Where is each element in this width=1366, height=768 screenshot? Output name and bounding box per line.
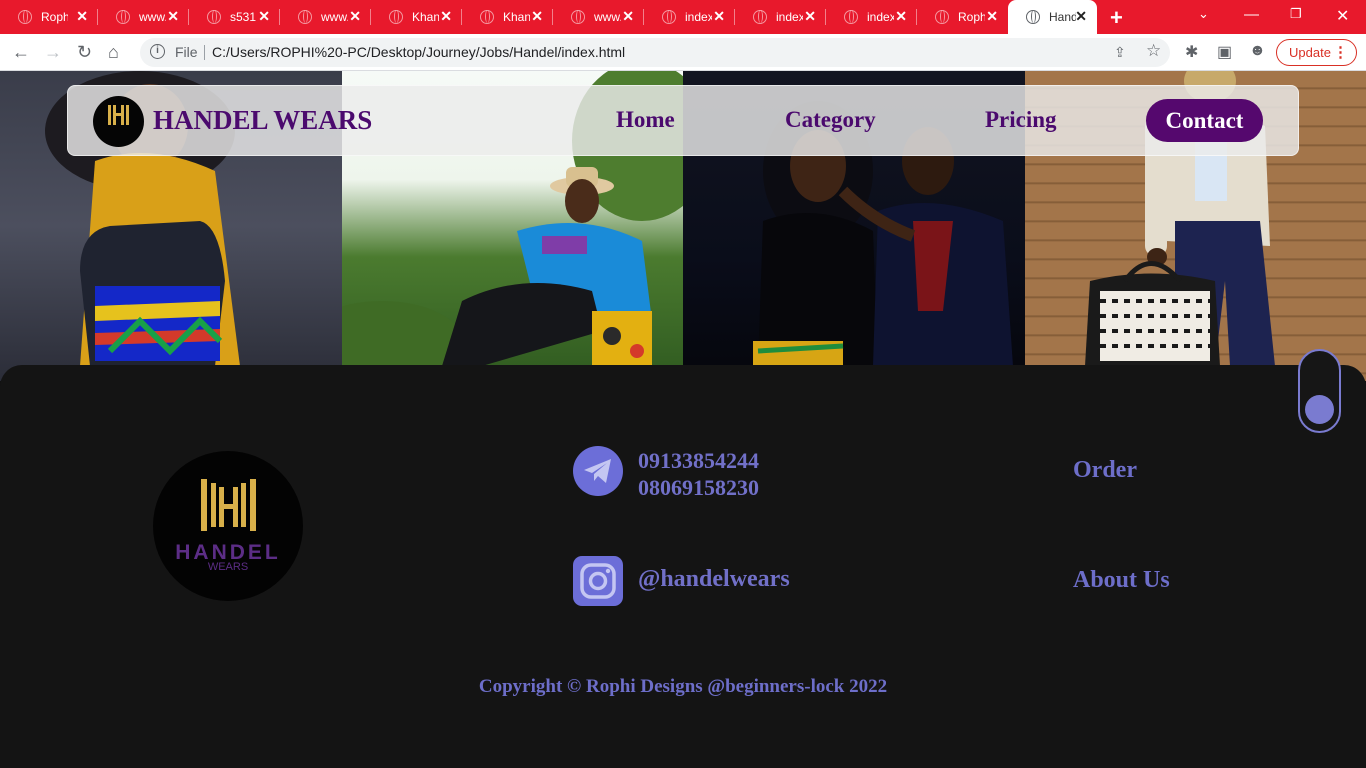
close-tab-icon[interactable]: ✕ [713,8,725,25]
close-tab-icon[interactable]: ✕ [804,8,816,25]
close-tab-icon[interactable]: ✕ [531,8,543,25]
globe-icon [1026,10,1040,24]
address-bar: ← → ↻ ⌂ i File C:/Users/ROPHI%20-PC/Desk… [0,34,1366,71]
update-label: Update [1289,45,1331,60]
tab-search-icon[interactable]: ⌄ [1198,6,1209,22]
browser-tab[interactable]: Rophi ✕ [0,0,98,34]
close-tab-icon[interactable]: ✕ [895,8,907,25]
footer-logo-subword: WEARS [208,561,248,573]
globe-icon [116,10,130,24]
url-input[interactable]: i File C:/Users/ROPHI%20-PC/Desktop/Jour… [140,38,1170,67]
globe-icon [844,10,858,24]
reload-icon[interactable]: ↻ [77,42,92,63]
nav-link-home[interactable]: Home [616,107,675,133]
tab-title: Rophi [41,10,68,24]
globe-icon [935,10,949,24]
tab-title: www. [321,10,348,24]
paper-plane-icon [573,446,623,496]
nav-link-pricing[interactable]: Pricing [985,107,1057,133]
browser-tab[interactable]: www. ✕ [98,0,189,34]
close-window-icon[interactable]: ✕ [1336,6,1349,26]
browser-tab[interactable]: index ✕ [644,0,735,34]
phone-number[interactable]: 09133854244 [638,447,759,474]
globe-icon [571,10,585,24]
browser-tab[interactable]: Rophi✕ [917,0,1008,34]
url-text[interactable]: C:/Users/ROPHI%20-PC/Desktop/Journey/Job… [212,44,625,60]
site-footer: HANDEL WEARS 09133854244 08069158230 @ha… [0,365,1366,768]
close-tab-icon[interactable]: ✕ [1075,8,1087,25]
site-navbar: HANDEL WEARS Home Category Pricing Conta… [67,85,1299,156]
globe-icon [480,10,494,24]
close-tab-icon[interactable]: ✕ [349,8,361,25]
brand-logo[interactable] [93,96,144,147]
telegram-icon[interactable] [573,446,623,496]
browser-tab[interactable]: Khan ✕ [462,0,553,34]
globe-icon [18,10,32,24]
browser-tab[interactable]: s531 ✕ [189,0,280,34]
forward-icon[interactable]: → [44,42,62,63]
brand-name[interactable]: HANDEL WEARS [153,105,372,136]
instagram-icon[interactable] [573,556,623,606]
home-icon[interactable]: ⌂ [108,42,119,63]
tab-title: index [685,10,712,24]
globe-icon [662,10,676,24]
close-tab-icon[interactable]: ✕ [440,8,452,25]
footer-brand-logo: HANDEL WEARS [153,451,303,601]
tab-title: Handel [1049,10,1076,24]
browser-tab[interactable]: index ✕ [826,0,917,34]
footer-link-order[interactable]: Order [1073,457,1137,484]
close-tab-icon[interactable]: ✕ [76,8,88,25]
minimize-icon[interactable]: — [1244,6,1259,23]
tab-title: www. [139,10,166,24]
globe-icon [298,10,312,24]
info-icon[interactable]: i [150,44,165,59]
contact-phones: 09133854244 08069158230 [638,447,759,501]
footer-link-about-us[interactable]: About Us [1073,567,1170,594]
extensions-icon[interactable]: ✱ [1185,42,1198,62]
tab-title: index [776,10,803,24]
copyright-text: Copyright © Rophi Designs @beginners-loc… [478,676,888,697]
close-tab-icon[interactable]: ✕ [986,8,998,25]
phone-number[interactable]: 08069158230 [638,474,759,501]
profile-avatar-icon[interactable]: ☻ [1249,42,1266,60]
menu-dots-icon[interactable]: ⋮ [1333,43,1348,61]
close-tab-icon[interactable]: ✕ [167,8,179,25]
toggle-knob[interactable] [1305,395,1334,424]
globe-icon [207,10,221,24]
contact-button[interactable]: Contact [1146,99,1263,142]
instagram-handle[interactable]: @handelwears [638,566,790,593]
tab-title: Khan [412,10,439,24]
browser-tab-strip: Rophi✕ www.✕ s531✕ www.✕ Khan✕ Khan✕ www… [0,0,1366,34]
globe-icon [753,10,767,24]
tab-title: s531 [230,10,257,24]
browser-tab[interactable]: www. ✕ [553,0,644,34]
update-button[interactable]: Update ⋮ [1276,39,1357,66]
browser-tab-active[interactable]: Handel✕ [1008,0,1097,34]
tab-title: Khan [503,10,530,24]
tab-title: index [867,10,894,24]
bookmark-star-icon[interactable]: ☆ [1146,41,1161,61]
browser-tab[interactable]: index ✕ [735,0,826,34]
restore-icon[interactable]: ❐ [1290,6,1302,22]
browser-tab[interactable]: Khan ✕ [371,0,462,34]
web-page: HANDEL WEARS Home Category Pricing Conta… [0,71,1366,768]
browser-tab[interactable]: www. ✕ [280,0,371,34]
nav-link-category[interactable]: Category [785,107,876,133]
tab-title: Rophi [958,10,985,24]
instagram-glyph-icon [573,556,623,606]
share-icon[interactable]: ⇪ [1114,44,1126,61]
back-icon[interactable]: ← [12,42,30,63]
side-panel-icon[interactable]: ▣ [1217,42,1232,62]
theme-toggle[interactable] [1298,349,1341,433]
new-tab-icon[interactable]: + [1110,5,1123,31]
scheme-label: File [175,44,198,60]
close-tab-icon[interactable]: ✕ [622,8,634,25]
globe-icon [389,10,403,24]
close-tab-icon[interactable]: ✕ [258,8,270,25]
tab-title: www. [594,10,621,24]
